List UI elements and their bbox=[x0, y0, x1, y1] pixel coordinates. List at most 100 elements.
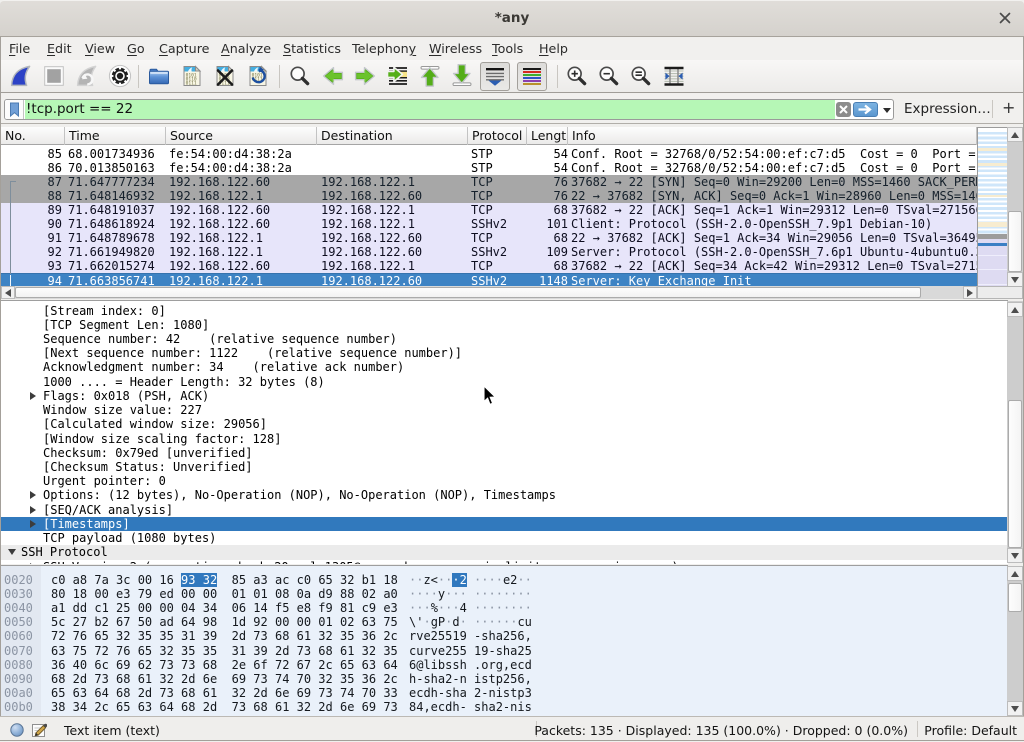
filter-apply-button[interactable] bbox=[853, 102, 878, 117]
expand-icon[interactable] bbox=[30, 392, 36, 400]
hex-row-0080[interactable]: 008036 40 6c 69 62 73 73 68 2e 6f 72 67 … bbox=[1, 658, 1008, 672]
expand-icon[interactable] bbox=[30, 520, 36, 528]
column-header-time[interactable]: Time bbox=[65, 127, 166, 145]
packet-row-87[interactable]: 8771.647777234192.168.122.60192.168.122.… bbox=[1, 175, 977, 189]
hex-row-0060[interactable]: 006072 76 65 32 35 35 31 39 2d 73 68 61 … bbox=[1, 629, 1008, 643]
restart-capture-button[interactable] bbox=[75, 64, 99, 88]
menu-go[interactable]: Go bbox=[127, 41, 145, 56]
menu-capture[interactable]: Capture bbox=[159, 41, 209, 56]
details-vscrollbar[interactable] bbox=[1007, 301, 1023, 563]
scroll-thumb[interactable] bbox=[1008, 211, 1022, 272]
open-file-button[interactable] bbox=[147, 64, 171, 88]
packet-row-90[interactable]: 9071.648618924192.168.122.60192.168.122.… bbox=[1, 217, 977, 231]
detail-row[interactable]: [Next sequence number: 1122 (relative se… bbox=[1, 346, 1008, 360]
detail-row[interactable]: Options: (12 bytes), No-Operation (NOP),… bbox=[1, 488, 1008, 502]
filter-clear-button[interactable] bbox=[836, 102, 851, 117]
detail-row[interactable]: SSH Version 2 (encryption:chacha20-poly1… bbox=[1, 560, 1008, 564]
close-window-button[interactable] bbox=[998, 11, 1012, 25]
expert-info-icon[interactable] bbox=[10, 723, 24, 737]
packet-row-92[interactable]: 9271.661949820192.168.122.1192.168.122.6… bbox=[1, 245, 977, 259]
column-header-length[interactable]: Length bbox=[527, 127, 568, 145]
detail-row[interactable]: [Window size scaling factor: 128] bbox=[1, 432, 1008, 446]
display-filter-input[interactable] bbox=[25, 100, 835, 119]
expand-icon[interactable] bbox=[30, 563, 36, 564]
packet-row-93[interactable]: 9371.662015274192.168.122.60192.168.122.… bbox=[1, 259, 977, 273]
hex-row-00b0[interactable]: 00b038 34 2c 65 63 64 68 2d 73 68 61 32 … bbox=[1, 700, 1008, 714]
save-file-button[interactable]: 010101100111 bbox=[180, 64, 204, 88]
detail-row[interactable]: Acknowledgment number: 34 (relative ack … bbox=[1, 360, 1008, 374]
zoom-out-button[interactable] bbox=[597, 64, 621, 88]
column-header-info[interactable]: Info bbox=[568, 127, 977, 145]
scroll-thumb[interactable] bbox=[1008, 583, 1022, 612]
filter-add-button[interactable]: + bbox=[1002, 98, 1015, 117]
auto-scroll-toggle[interactable] bbox=[480, 62, 510, 91]
column-header-protocol[interactable]: Protocol bbox=[468, 127, 527, 145]
scroll-up-button[interactable] bbox=[1007, 566, 1023, 581]
detail-row[interactable]: [Timestamps] bbox=[1, 517, 1008, 531]
menu-file[interactable]: File bbox=[9, 41, 30, 56]
scroll-right-button[interactable] bbox=[963, 286, 977, 299]
go-last-button[interactable] bbox=[450, 64, 474, 88]
menu-analyze[interactable]: Analyze bbox=[221, 41, 271, 56]
column-header-source[interactable]: Source bbox=[166, 127, 317, 145]
intelligent-scrollbar-minimap[interactable] bbox=[977, 127, 1008, 287]
zoom-100-button[interactable] bbox=[629, 64, 653, 88]
scroll-thumb[interactable] bbox=[15, 287, 921, 298]
status-profile[interactable]: Profile: Default bbox=[924, 723, 1017, 738]
column-header-no[interactable]: No. bbox=[1, 127, 65, 145]
find-packet-button[interactable] bbox=[288, 64, 312, 88]
capture-comment-icon[interactable] bbox=[31, 722, 47, 738]
menu-view[interactable]: View bbox=[85, 41, 115, 56]
packet-list-vscrollbar[interactable] bbox=[1007, 127, 1023, 287]
menu-statistics[interactable]: Statistics bbox=[283, 41, 341, 56]
scroll-up-button[interactable] bbox=[1007, 127, 1023, 142]
go-to-packet-button[interactable] bbox=[386, 64, 410, 88]
zoom-in-button[interactable] bbox=[565, 64, 589, 88]
capture-options-button[interactable] bbox=[108, 64, 132, 88]
expand-icon[interactable] bbox=[30, 506, 36, 514]
menu-help[interactable]: Help bbox=[539, 41, 568, 56]
go-back-button[interactable] bbox=[321, 64, 345, 88]
hex-row-0020[interactable]: 0020c0 a8 7a 3c 00 16 93 32 85 a3 ac c0 … bbox=[1, 573, 1008, 587]
go-first-button[interactable] bbox=[418, 64, 442, 88]
detail-row[interactable]: Flags: 0x018 (PSH, ACK) bbox=[1, 389, 1008, 403]
reload-file-button[interactable]: 01010111 bbox=[246, 64, 270, 88]
window-titlebar[interactable]: *any bbox=[0, 0, 1024, 37]
filter-bookmark-button[interactable] bbox=[5, 100, 24, 119]
menu-telephony[interactable]: Telephony bbox=[352, 41, 416, 56]
hex-row-0050[interactable]: 00505c 27 b2 67 50 ad 64 98 1d 92 00 00 … bbox=[1, 615, 1008, 629]
hex-row-0030[interactable]: 003080 18 00 e3 79 ed 00 00 01 01 08 0a … bbox=[1, 587, 1008, 601]
detail-row[interactable]: SSH Protocol bbox=[1, 545, 1008, 559]
detail-row[interactable]: Urgent pointer: 0 bbox=[1, 474, 1008, 488]
packet-row-91[interactable]: 9171.648789678192.168.122.1192.168.122.6… bbox=[1, 231, 977, 245]
bytes-vscrollbar[interactable] bbox=[1007, 566, 1023, 716]
start-capture-button[interactable] bbox=[9, 64, 33, 88]
packet-row-86[interactable]: 8670.013850163fe:54:00:d4:38:2aSTP54Conf… bbox=[1, 161, 977, 175]
scroll-down-button[interactable] bbox=[1007, 548, 1023, 563]
detail-row[interactable]: [Stream index: 0] bbox=[1, 304, 1008, 318]
expand-icon[interactable] bbox=[30, 491, 36, 499]
scroll-thumb[interactable] bbox=[1008, 400, 1022, 548]
detail-row[interactable]: Checksum: 0x79ed [unverified] bbox=[1, 446, 1008, 460]
packet-row-94[interactable]: 9471.663856741192.168.122.1192.168.122.6… bbox=[1, 273, 977, 287]
detail-row[interactable]: Sequence number: 42 (relative sequence n… bbox=[1, 332, 1008, 346]
column-header-destination[interactable]: Destination bbox=[317, 127, 468, 145]
colorize-toggle[interactable] bbox=[517, 62, 547, 91]
close-file-button[interactable]: 010101100111 bbox=[213, 64, 237, 88]
detail-row[interactable]: [Calculated window size: 29056] bbox=[1, 417, 1008, 431]
detail-row[interactable]: [SEQ/ACK analysis] bbox=[1, 503, 1008, 517]
scroll-up-button[interactable] bbox=[1007, 302, 1023, 317]
menu-wireless[interactable]: Wireless bbox=[429, 41, 482, 56]
hex-row-0090[interactable]: 009068 2d 73 68 61 32 2d 6e 69 73 74 70 … bbox=[1, 672, 1008, 686]
detail-row[interactable]: TCP payload (1080 bytes) bbox=[1, 531, 1008, 545]
hex-row-00a0[interactable]: 00a065 63 64 68 2d 73 68 61 32 2d 6e 69 … bbox=[1, 686, 1008, 700]
resize-columns-button[interactable] bbox=[662, 64, 686, 88]
packet-row-88[interactable]: 8871.648146932192.168.122.1192.168.122.6… bbox=[1, 189, 977, 203]
hex-row-0070[interactable]: 007063 75 72 76 65 32 35 35 31 39 2d 73 … bbox=[1, 644, 1008, 658]
collapse-icon[interactable] bbox=[8, 549, 16, 555]
packet-list-hscrollbar[interactable] bbox=[1, 286, 977, 299]
packet-row-89[interactable]: 8971.648191037192.168.122.60192.168.122.… bbox=[1, 203, 977, 217]
detail-row[interactable]: Window size value: 227 bbox=[1, 403, 1008, 417]
detail-row[interactable]: [TCP Segment Len: 1080] bbox=[1, 318, 1008, 332]
menu-edit[interactable]: Edit bbox=[47, 41, 72, 56]
